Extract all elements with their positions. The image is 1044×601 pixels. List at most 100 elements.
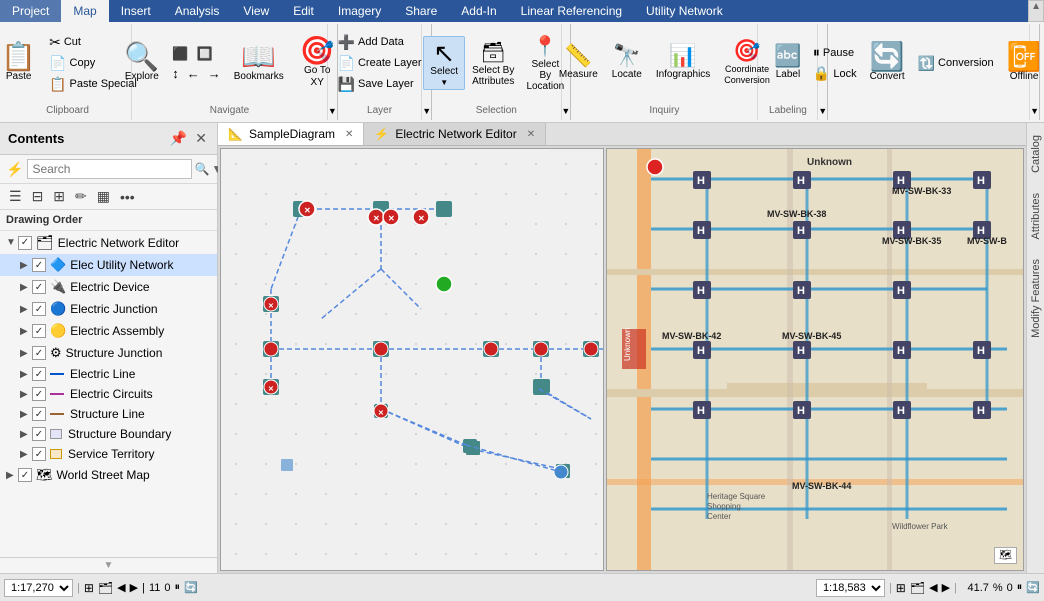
layer-checkbox-structure-boundary[interactable] bbox=[32, 427, 46, 441]
layer-checkbox-electric-circuits[interactable] bbox=[32, 387, 46, 401]
status-arrow-left[interactable]: ◀ bbox=[117, 581, 125, 594]
layer-item-electric-network-editor[interactable]: ▼ 🗂 Electric Network Editor bbox=[0, 231, 217, 254]
layer-checkbox-service-territory[interactable] bbox=[32, 447, 46, 461]
map-grid-icon[interactable]: ⊞ bbox=[896, 581, 906, 595]
layer-checkbox-structure-junction[interactable] bbox=[32, 346, 46, 360]
tab-utility-network[interactable]: Utility Network bbox=[634, 0, 735, 22]
refresh-icon-status[interactable]: 🔄 bbox=[184, 581, 198, 594]
contents-search: ⚡ 🔍 ▼ bbox=[0, 155, 217, 184]
status-play[interactable]: ▶ bbox=[130, 581, 138, 594]
layer-item-structure-boundary[interactable]: ▶ Structure Boundary bbox=[0, 424, 217, 444]
ribbon-scroll-up[interactable]: ▲ bbox=[1028, 0, 1044, 22]
layer-checkbox-electric-assembly[interactable] bbox=[32, 324, 46, 338]
tab-linear-referencing[interactable]: Linear Referencing bbox=[509, 0, 634, 22]
search-icon[interactable]: 🔍 bbox=[194, 162, 209, 176]
create-layer-button[interactable]: 📄 Create Layer bbox=[335, 54, 425, 73]
map-nav-back[interactable]: ◀ bbox=[929, 581, 937, 594]
more-icon[interactable]: ••• bbox=[117, 188, 138, 206]
layer-checkbox-elec-utility[interactable] bbox=[32, 258, 46, 272]
map-nav-fwd[interactable]: ▶ bbox=[942, 581, 950, 594]
modify-features-tab[interactable]: Modify Features bbox=[1028, 251, 1044, 346]
layers-icon-status[interactable]: 🗂 bbox=[98, 581, 113, 595]
layer-checkbox-electric-device[interactable] bbox=[32, 280, 46, 294]
layout-icon[interactable]: ▦ bbox=[94, 187, 113, 206]
measure-button[interactable]: 📏 Measure bbox=[555, 43, 602, 83]
explore-button[interactable]: 🔍 Explore bbox=[118, 40, 165, 86]
sidebar-close-icon[interactable]: ✕ bbox=[193, 129, 209, 148]
tab-electric-network-editor[interactable]: ⚡ Electric Network Editor ✕ bbox=[364, 123, 546, 145]
grid-icon-status[interactable]: ⊞ bbox=[84, 581, 94, 595]
layer-item-electric-assembly[interactable]: ▶ 🟡 Electric Assembly bbox=[0, 320, 217, 342]
tab-analysis[interactable]: Analysis bbox=[163, 0, 232, 22]
map-layers-icon[interactable]: 🗺 bbox=[994, 547, 1017, 564]
layer-item-electric-junction[interactable]: ▶ 🔵 Electric Junction bbox=[0, 298, 217, 320]
pause-icon-status[interactable]: ⏸ bbox=[175, 581, 181, 594]
layer-item-world-street-map[interactable]: ▶ 🗺 World Street Map bbox=[0, 464, 217, 486]
diagram-panel[interactable]: ✕ ✕ ✕ ✕ ✕ ✕ bbox=[220, 148, 604, 571]
node-group-3[interactable] bbox=[436, 201, 452, 217]
nav-fwd-button[interactable]: → bbox=[205, 65, 224, 82]
attributes-tab[interactable]: Attributes bbox=[1028, 185, 1044, 247]
save-layer-button[interactable]: 💾 Save Layer bbox=[335, 75, 425, 94]
layer-item-service-territory[interactable]: ▶ Service Territory bbox=[0, 444, 217, 464]
pause-button[interactable]: ⏸ Pause bbox=[810, 43, 860, 62]
tab-edit[interactable]: Edit bbox=[281, 0, 326, 22]
select-by-attributes-button[interactable]: 🗃 Select ByAttributes bbox=[469, 39, 517, 88]
layer-checkbox-electric-line[interactable] bbox=[32, 367, 46, 381]
pan-button[interactable]: ↕ bbox=[169, 65, 182, 82]
zoom-in-button[interactable]: ⬛ bbox=[169, 45, 191, 63]
infographics-button[interactable]: 📊 Infographics bbox=[652, 43, 714, 83]
bookmarks-button[interactable]: 📖 Bookmarks bbox=[228, 40, 290, 86]
convert-button[interactable]: 🔄 Convert bbox=[864, 40, 911, 86]
tab-share[interactable]: Share bbox=[393, 0, 449, 22]
map-layers-btn[interactable]: 🗂 bbox=[910, 581, 925, 595]
pause-icon: ⏸ bbox=[813, 44, 820, 61]
tab-insert[interactable]: Insert bbox=[109, 0, 163, 22]
zoom-out-button[interactable]: 🔲 bbox=[193, 45, 215, 63]
svg-text:MV-SW-BK-38: MV-SW-BK-38 bbox=[767, 209, 826, 219]
layer-checkbox-electric-junction[interactable] bbox=[32, 302, 46, 316]
electric-editor-tab-label: Electric Network Editor bbox=[395, 127, 516, 141]
layer-checkbox-world-street-map[interactable] bbox=[18, 468, 32, 482]
select-button[interactable]: ↖ Select ▼ bbox=[423, 36, 465, 90]
utility-expander[interactable]: ▼ bbox=[1030, 24, 1040, 120]
paste-button[interactable]: 📋 Paste bbox=[0, 40, 42, 86]
sample-diagram-close-btn[interactable]: ✕ bbox=[345, 129, 353, 140]
layer-item-electric-circuits[interactable]: ▶ Electric Circuits bbox=[0, 384, 217, 404]
table-view-icon[interactable]: ⊟ bbox=[29, 187, 47, 206]
search-input[interactable] bbox=[27, 159, 192, 179]
layer-item-electric-device[interactable]: ▶ 🔌 Electric Device bbox=[0, 276, 217, 298]
nav-back-button[interactable]: ← bbox=[184, 65, 203, 82]
layer-checkbox-structure-line[interactable] bbox=[32, 407, 46, 421]
edit-icon[interactable]: ✏ bbox=[72, 187, 90, 206]
diagram-scale-select[interactable]: 1:17,270 bbox=[4, 579, 73, 597]
list-view-icon[interactable]: ☰ bbox=[6, 187, 25, 206]
tab-imagery[interactable]: Imagery bbox=[326, 0, 393, 22]
count-11-value: 11 bbox=[149, 582, 160, 594]
tab-map[interactable]: Map bbox=[61, 0, 108, 22]
labeling-btn1[interactable]: 🔤 Label bbox=[770, 43, 806, 83]
grid-view-icon[interactable]: ⊞ bbox=[50, 187, 68, 206]
layer-item-structure-junction[interactable]: ▶ ⚙ Structure Junction bbox=[0, 342, 217, 364]
tab-sample-diagram[interactable]: 📐 SampleDiagram ✕ bbox=[218, 123, 364, 145]
conversion-btn[interactable]: 🔃 Conversion bbox=[915, 54, 997, 73]
layer-item-electric-line[interactable]: ▶ Electric Line bbox=[0, 364, 217, 384]
map-refresh-icon[interactable]: 🔄 bbox=[1026, 581, 1040, 594]
tab-project[interactable]: Project bbox=[0, 0, 61, 22]
catalog-tab[interactable]: Catalog bbox=[1028, 127, 1044, 181]
layer-item-structure-line[interactable]: ▶ Structure Line bbox=[0, 404, 217, 424]
electric-editor-close-btn[interactable]: ✕ bbox=[527, 129, 535, 140]
filter-icon[interactable]: ⚡ bbox=[6, 161, 23, 178]
sidebar-pin-icon[interactable]: 📌 bbox=[168, 129, 189, 148]
add-data-button[interactable]: ➕ Add Data bbox=[335, 33, 425, 52]
layer-checkbox-electric-network-editor[interactable] bbox=[18, 236, 32, 250]
electric-assembly-icon: 🟡 bbox=[50, 323, 66, 339]
map-scale-select[interactable]: 1:18,583 bbox=[816, 579, 885, 597]
map-pause-icon[interactable]: ⏸ bbox=[1017, 581, 1023, 594]
tab-view[interactable]: View bbox=[231, 0, 281, 22]
layer-item-elec-utility-network[interactable]: ▶ 🔷 Elec Utility Network bbox=[0, 254, 217, 276]
locate-button[interactable]: 🔭 Locate bbox=[608, 43, 646, 83]
tab-addin[interactable]: Add-In bbox=[449, 0, 508, 22]
map-panel[interactable]: H H H H H H H H bbox=[606, 148, 1024, 571]
lock-button[interactable]: 🔒 Lock bbox=[810, 64, 860, 83]
